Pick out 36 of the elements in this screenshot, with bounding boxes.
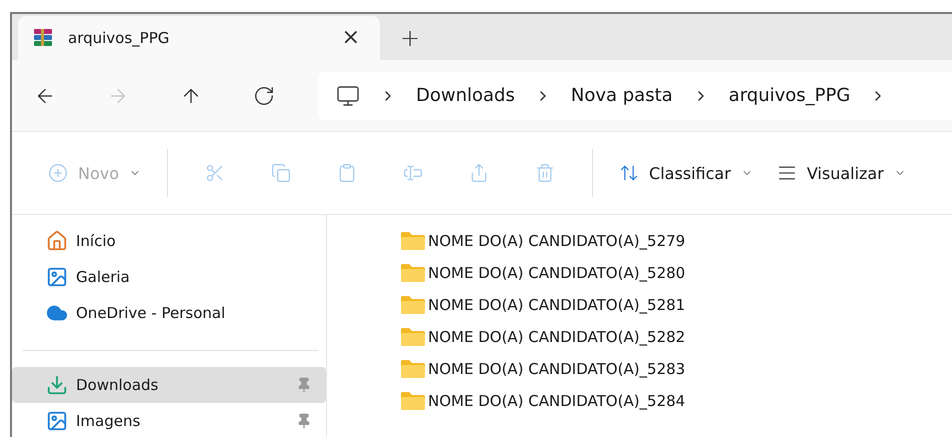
gallery-icon [46,266,68,288]
home-icon [46,230,68,252]
breadcrumb-item[interactable]: Nova pasta [570,85,673,106]
copy-icon [271,163,292,184]
folder-name[interactable]: NOME DO(A) CANDIDATO(A)_5283 [428,360,686,378]
folder-name[interactable]: NOME DO(A) CANDIDATO(A)_5282 [428,328,686,346]
plus-circle-icon [48,163,68,184]
folder-name[interactable]: NOME DO(A) CANDIDATO(A)_5280 [428,264,686,282]
close-tab-button[interactable]: × [336,25,366,50]
new-tab-button[interactable]: + [390,16,430,60]
sidebar-item[interactable]: OneDrive - Personal [12,295,326,331]
folder-icon [400,295,426,315]
computer-icon [336,84,360,108]
breadcrumb-item[interactable]: arquivos_PPG [728,85,850,106]
folder-icon [400,359,426,379]
sidebar-item[interactable]: Início [12,223,326,259]
tab-title: arquivos_PPG [68,28,170,47]
address-bar[interactable]: Downloads Nova pasta arquivos_PPG [318,72,952,120]
folder-icon [400,231,426,251]
picture-icon [46,410,68,432]
folder-icon [400,263,426,283]
folder-name[interactable]: NOME DO(A) CANDIDATO(A)_5281 [428,296,686,314]
trash-icon [535,163,556,184]
sidebar-item[interactable]: Downloads [12,367,326,403]
toolbar-menu-button[interactable]: Visualizar [764,151,918,196]
breadcrumb-item[interactable]: Downloads [416,85,515,106]
sidebar-item[interactable]: Imagens [12,403,326,437]
sidebar-item[interactable]: Galeria [12,259,326,295]
folder-name[interactable]: NOME DO(A) CANDIDATO(A)_5284 [428,392,686,410]
archive-books-icon [32,26,54,49]
toolbar-menu-button[interactable]: Classificar [607,151,765,196]
folder-icon [400,327,426,347]
download-icon [46,374,68,396]
tab[interactable]: arquivos_PPG × [18,16,380,60]
folder-name[interactable]: NOME DO(A) CANDIDATO(A)_5279 [428,232,686,250]
folder-icon [400,391,426,411]
